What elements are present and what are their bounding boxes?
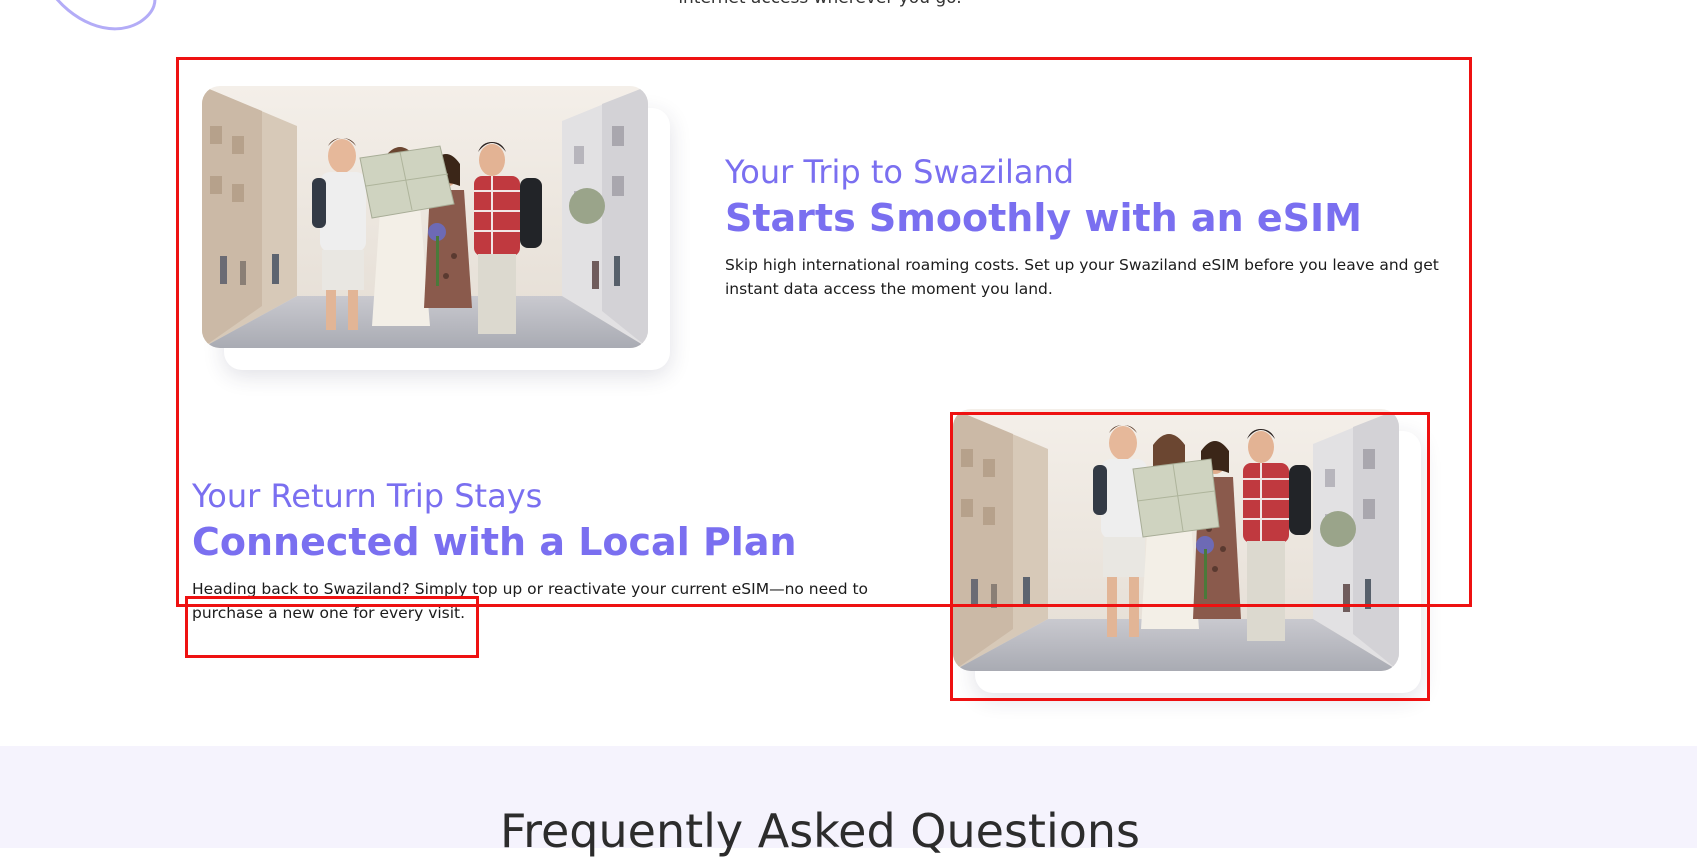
section1-subtitle: Your Trip to Swaziland [725,153,1075,191]
travelers-photo-card [202,86,670,370]
travelers-photo-card-2 [953,409,1421,693]
section2-description: Heading back to Swaziland? Simply top up… [192,579,869,622]
section1-description: Skip high international roaming costs. S… [725,255,1439,298]
section-trip-to-swaziland: Your Trip to Swaziland Starts Smoothly w… [725,153,1445,301]
travelers-photo [953,409,1399,671]
section2-subtitle: Your Return Trip Stays [192,477,543,515]
travelers-photo [202,86,648,348]
intro-tail-text: internet access wherever you go. [0,0,1640,8]
section2-title: Connected with a Local Plan [192,520,797,565]
section-return-trip: Your Return Trip Stays Connected with a … [192,477,912,625]
faq-heading: Frequently Asked Questions [499,804,1141,858]
section1-title: Starts Smoothly with an eSIM [725,196,1362,241]
